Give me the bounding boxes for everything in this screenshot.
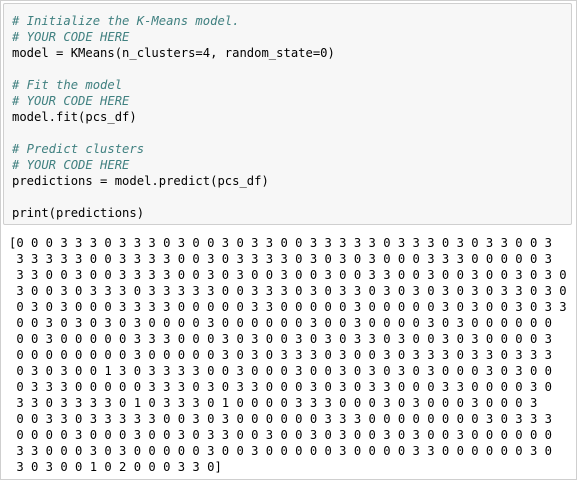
- output-line: 3 3 0 0 3 0 0 3 3 3 3 0 0 3 0 3 0 0 3 0 …: [9, 268, 567, 282]
- code-comment-line: # Fit the model: [12, 78, 123, 92]
- output-line: 3 3 0 3 3 3 3 0 1 0 3 3 3 0 1 0 0 0 0 3 …: [9, 396, 538, 410]
- notebook-cell-area: # Initialize the K-Means model. # YOUR CO…: [0, 0, 577, 480]
- code-comment-line: # Predict clusters: [12, 142, 145, 156]
- code-comment-line: # YOUR CODE HERE: [12, 30, 130, 44]
- output-line: 0 3 0 3 0 0 1 3 0 3 3 3 3 0 0 3 0 0 0 3 …: [9, 364, 552, 378]
- output-line: 0 0 0 0 0 0 0 0 3 0 0 0 0 0 3 0 3 0 3 3 …: [9, 348, 552, 362]
- output-line: 0 0 3 3 0 3 3 3 3 3 0 0 3 0 3 0 0 0 0 0 …: [9, 412, 552, 426]
- code-line-fit: model.fit(pcs_df): [12, 110, 137, 124]
- output-line: 0 3 3 3 0 0 0 0 0 3 3 3 0 3 0 3 3 0 0 0 …: [9, 380, 552, 394]
- code-editor[interactable]: # Initialize the K-Means model. # YOUR CO…: [4, 4, 571, 221]
- cell-output: [0 0 0 3 3 3 0 3 3 3 0 3 0 0 3 0 3 3 0 0…: [9, 235, 567, 475]
- output-line: 0 3 0 3 0 0 0 3 3 3 3 0 0 0 0 0 3 3 0 0 …: [9, 300, 567, 314]
- code-line-model-init: model = KMeans(n_clusters=4, random_stat…: [12, 46, 335, 60]
- code-input-cell[interactable]: # Initialize the K-Means model. # YOUR CO…: [3, 3, 572, 225]
- output-line: 3 0 3 0 0 1 0 2 0 0 0 3 3 0]: [9, 460, 222, 474]
- output-line: 0 0 0 0 3 0 0 0 3 0 0 3 0 3 3 0 0 3 0 0 …: [9, 428, 552, 442]
- output-line: 0 0 3 0 0 0 0 0 3 3 3 0 0 0 3 0 3 0 0 3 …: [9, 332, 552, 346]
- code-comment-line: # Initialize the K-Means model.: [12, 14, 240, 28]
- code-comment-line: # YOUR CODE HERE: [12, 158, 130, 172]
- output-line: 3 3 0 0 0 3 0 3 0 0 0 0 0 3 0 0 3 0 0 0 …: [9, 444, 552, 458]
- code-line-print: print(predictions): [12, 206, 145, 220]
- output-line: [0 0 0 3 3 3 0 3 3 3 0 3 0 0 3 0 3 3 0 0…: [9, 236, 552, 250]
- output-line: 3 0 0 3 0 3 3 3 0 3 3 3 3 3 0 0 3 3 3 0 …: [9, 284, 567, 298]
- code-comment-line: # YOUR CODE HERE: [12, 94, 130, 108]
- code-line-predict: predictions = model.predict(pcs_df): [12, 174, 269, 188]
- output-line: 3 3 3 3 3 0 0 3 3 3 3 0 0 3 0 3 3 3 3 0 …: [9, 252, 552, 266]
- output-line: 0 0 3 0 3 0 3 0 3 0 0 0 0 3 0 0 0 0 0 0 …: [9, 316, 552, 330]
